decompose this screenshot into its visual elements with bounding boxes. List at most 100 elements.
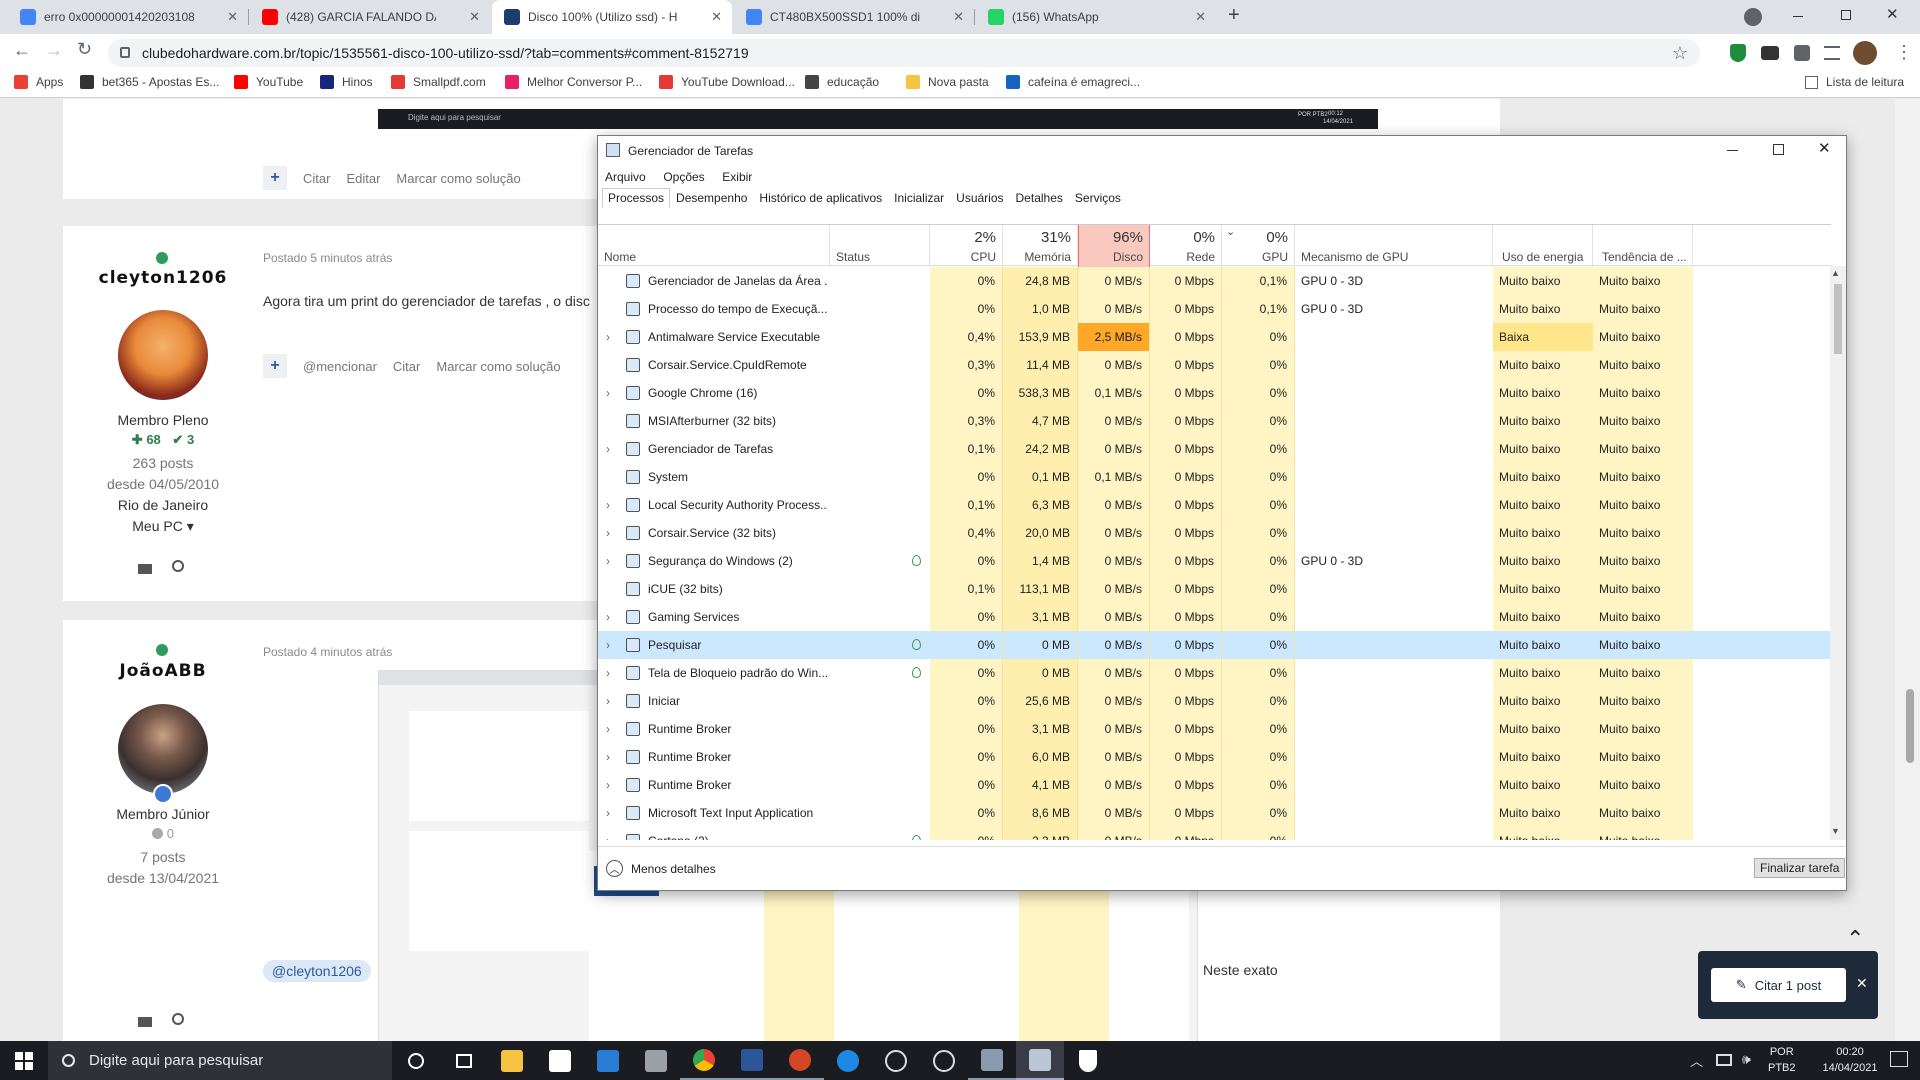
author-name[interactable]: cleyton1206	[63, 268, 263, 288]
taskbar-icue[interactable]	[872, 1041, 920, 1080]
taskbar-chrome[interactable]	[680, 1041, 728, 1080]
close-window-icon[interactable]: ✕	[1886, 5, 1899, 23]
process-row[interactable]: › Gaming Services 0% 3,1 MB 0 MB/s 0 Mbps 0% Mu…	[598, 603, 1831, 631]
process-row[interactable]: iCUE (32 bits) 0,1% 113,1 MB 0 MB/s 0 Mbps 0%…	[598, 575, 1831, 603]
expand-chevron-icon[interactable]: ›	[606, 631, 610, 659]
taskbar-search-box[interactable]: Digite aqui para pesquisar	[48, 1041, 392, 1080]
tab-app-history[interactable]: Histórico de aplicativos	[753, 188, 888, 208]
profile-avatar[interactable]	[1853, 41, 1877, 65]
cortana-button[interactable]	[392, 1041, 440, 1080]
react-button[interactable]: +	[263, 166, 287, 190]
author-avatar[interactable]	[118, 310, 208, 400]
close-tab-icon[interactable]: ✕	[1195, 9, 1206, 25]
tab-details[interactable]: Detalhes	[1010, 188, 1069, 208]
bookmark-item[interactable]: Nova pasta	[906, 75, 989, 89]
taskbar-edge[interactable]	[824, 1041, 872, 1080]
notifications-icon[interactable]	[1890, 1051, 1908, 1067]
reading-list[interactable]: Lista de leitura	[1805, 75, 1904, 89]
expand-chevron-icon[interactable]: ›	[606, 603, 610, 631]
expand-chevron-icon[interactable]: ›	[606, 491, 610, 519]
start-button[interactable]	[0, 1041, 48, 1080]
process-row[interactable]: ›Cortana (2)0%2,3 MB0 MB/s0 Mbps0%Muito …	[598, 827, 1831, 840]
quote-link[interactable]: Citar	[303, 171, 330, 186]
process-row[interactable]: Gerenciador de Janelas da Área ... 0% 24,8…	[598, 267, 1831, 295]
expand-chevron-icon[interactable]: ›	[606, 519, 610, 547]
taskbar-word[interactable]	[728, 1041, 776, 1080]
col-gpu[interactable]: ⌄ 0% GPU	[1222, 225, 1295, 267]
media-control-icon[interactable]	[1824, 46, 1840, 60]
bookmark-item[interactable]: YouTube Download...	[659, 75, 795, 89]
bookmark-item[interactable]: Apps	[14, 75, 63, 89]
bookmark-item[interactable]: bet365 - Apostas Es...	[80, 75, 219, 89]
taskbar-afterburner[interactable]	[920, 1041, 968, 1080]
process-row[interactable]: Corsair.Service.CpuIdRemote 0,3% 11,4 MB 0 …	[598, 351, 1831, 379]
process-row[interactable]: › Runtime Broker 0% 3,1 MB 0 MB/s 0 Mbps 0% Mui…	[598, 715, 1831, 743]
bookmark-item[interactable]: Hinos	[320, 75, 373, 89]
tab-performance[interactable]: Desempenho	[670, 188, 753, 208]
scroll-down-icon[interactable]: ▼	[1831, 826, 1840, 836]
close-tab-icon[interactable]: ✕	[953, 9, 964, 25]
reload-icon[interactable]: ↻	[77, 39, 92, 60]
taskbar-file-explorer[interactable]	[488, 1041, 536, 1080]
bookmark-item[interactable]: educação	[805, 75, 879, 89]
bookmark-item[interactable]: Smallpdf.com	[391, 75, 486, 89]
process-row[interactable]: › Microsoft Text Input Application 0% 8,6 M…	[598, 799, 1831, 827]
extension-shield-icon[interactable]	[1730, 44, 1746, 62]
mark-solution-link[interactable]: Marcar como solução	[396, 171, 520, 186]
menu-view[interactable]: Exibir	[722, 170, 752, 184]
browser-tab[interactable]: (156) WhatsApp ✕	[976, 0, 1216, 34]
bookmark-item[interactable]: Melhor Conversor P...	[505, 75, 642, 89]
my-pc-dropdown[interactable]: Meu PC ▾	[63, 518, 263, 535]
expand-chevron-icon[interactable]: ›	[606, 743, 610, 771]
col-cpu[interactable]: 2% CPU	[930, 225, 1003, 267]
author-name[interactable]: JoãoABB	[63, 661, 263, 681]
mark-solution-link[interactable]: Marcar como solução	[436, 359, 560, 374]
browser-tab[interactable]: CT480BX500SSD1 100% disco - Pe... ✕	[734, 0, 974, 34]
scroll-top-chevron-icon[interactable]: ⌃	[1846, 926, 1864, 952]
close-multiquote-icon[interactable]: ✕	[1856, 975, 1868, 992]
back-icon[interactable]: ←	[13, 40, 31, 61]
new-tab-button[interactable]: +	[1228, 4, 1240, 27]
volume-icon[interactable]: 🕪	[1742, 1051, 1751, 1068]
page-scrollbar-thumb[interactable]	[1906, 689, 1914, 763]
process-row[interactable]: › Runtime Broker 0% 6,0 MB 0 MB/s 0 Mbps 0% Mui…	[598, 743, 1831, 771]
browser-tab[interactable]: erro 0x000000014202031089159... ✕	[8, 0, 248, 34]
browser-tab[interactable]: Disco 100% (Utilizo ssd) - HDs (d... ✕	[492, 0, 732, 34]
process-row[interactable]: › Local Security Authority Process... 0,1%…	[598, 491, 1831, 519]
col-power[interactable]: Uso de energia	[1493, 225, 1593, 267]
forward-icon[interactable]: →	[45, 40, 63, 61]
col-network[interactable]: 0% Rede	[1150, 225, 1222, 267]
minimize-icon[interactable]	[1793, 16, 1803, 17]
col-memory[interactable]: 31% Memória	[1003, 225, 1078, 267]
process-row[interactable]: MSIAfterburner (32 bits) 0,3% 4,7 MB 0 MB/s…	[598, 407, 1831, 435]
close-tab-icon[interactable]: ✕	[469, 9, 480, 25]
browser-tab[interactable]: (428) GARCIA FALANDO DA ASSI... ✕	[250, 0, 490, 34]
bookmark-item[interactable]: YouTube	[234, 75, 303, 89]
process-row[interactable]: › Google Chrome (16) 0% 538,3 MB 0,1 MB/s 0 M…	[598, 379, 1831, 407]
tab-services[interactable]: Serviços	[1069, 188, 1127, 208]
col-disk[interactable]: 96% Disco	[1078, 225, 1150, 267]
tray-chevron-up-icon[interactable]: ︿	[1690, 1051, 1703, 1070]
process-row[interactable]: › Runtime Broker 0% 4,1 MB 0 MB/s 0 Mbps 0% Mui…	[598, 771, 1831, 799]
tab-search-icon[interactable]	[1744, 8, 1762, 26]
language-indicator[interactable]: POR PTB2	[1768, 1044, 1796, 1076]
process-row[interactable]: › Pesquisar 0% 0 MB 0 MB/s 0 Mbps 0% Muito baix…	[598, 631, 1831, 659]
message-icon[interactable]	[138, 1017, 152, 1027]
process-row[interactable]: › Segurança do Windows (2) 0% 1,4 MB 0 MB/s 0…	[598, 547, 1831, 575]
col-status[interactable]: Status	[830, 225, 930, 267]
taskbar-security[interactable]	[1064, 1041, 1112, 1080]
mention-link[interactable]: @mencionar	[303, 359, 377, 374]
process-row[interactable]: › Tela de Bloqueio padrão do Win... 0% 0 MB…	[598, 659, 1831, 687]
process-row[interactable]: Processo do tempo de Execuçã... 0% 1,0 MB 0…	[598, 295, 1831, 323]
extensions-puzzle-icon[interactable]	[1794, 45, 1810, 61]
process-scrollbar-thumb[interactable]	[1834, 284, 1842, 354]
col-gpu-engine[interactable]: Mecanismo de GPU	[1295, 225, 1493, 267]
col-power-trend[interactable]: Tendência de ...	[1593, 225, 1693, 267]
maximize-icon[interactable]	[1773, 144, 1784, 155]
expand-chevron-icon[interactable]: ›	[606, 547, 610, 575]
menu-options[interactable]: Opções	[663, 170, 704, 184]
fewer-details-button[interactable]: ︿ Menos detalhes	[606, 860, 716, 877]
process-row[interactable]: › Gerenciador de Tarefas 0,1% 24,2 MB 0 MB/s…	[598, 435, 1831, 463]
bookmark-item[interactable]: cafeína é emagreci...	[1006, 75, 1140, 89]
col-name[interactable]: Nome	[598, 225, 830, 267]
